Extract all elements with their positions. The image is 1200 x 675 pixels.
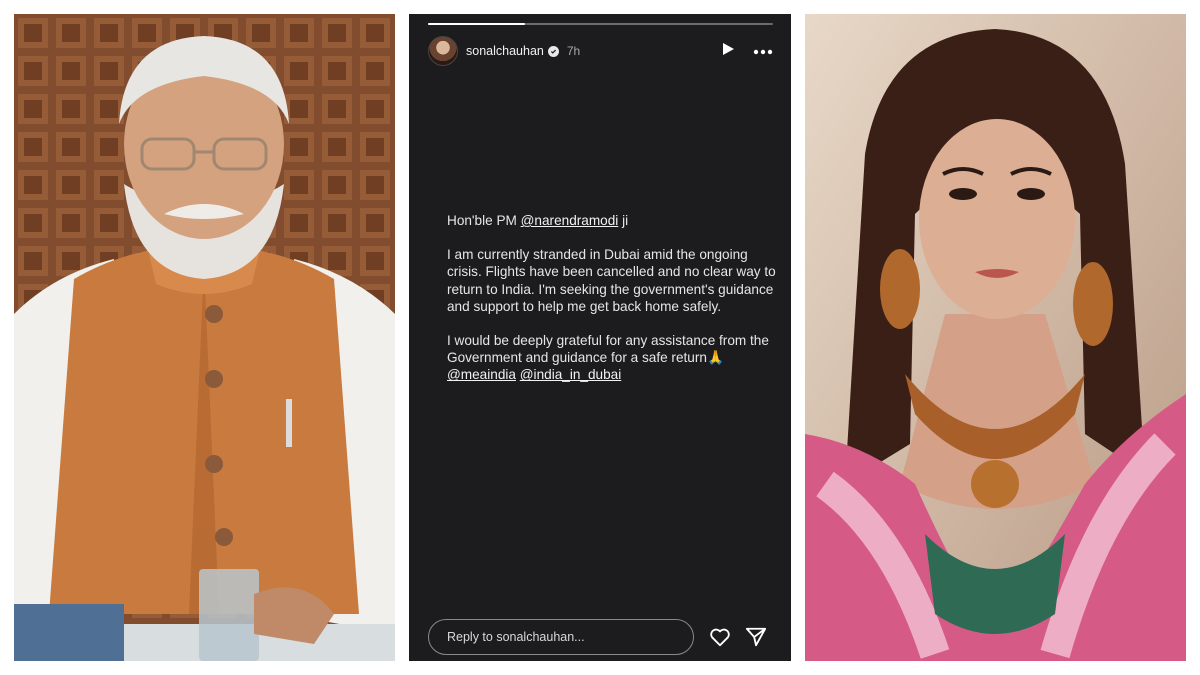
story-timestamp: 7h [566, 44, 581, 58]
reply-placeholder: Reply to sonalchauhan... [447, 630, 585, 644]
story-progress-bar [428, 23, 773, 25]
avatar[interactable] [428, 36, 458, 66]
send-icon[interactable] [745, 626, 767, 648]
story-progress-fill [428, 23, 525, 25]
photo-man-in-vest [14, 14, 395, 661]
salutation-suffix: ji [618, 213, 629, 228]
mention-india-in-dubai[interactable]: @india_in_dubai [520, 367, 621, 382]
message-paragraph-2-block: I would be deeply grateful for any assis… [447, 332, 777, 384]
more-options-icon[interactable] [753, 42, 773, 60]
heart-icon[interactable] [709, 626, 731, 648]
story-viewer: sonalchauhan 7h Hon'ble PM @narendramodi… [409, 14, 791, 661]
salutation-prefix: Hon'ble PM [447, 213, 521, 228]
mention-meaindia[interactable]: @meaindia [447, 367, 516, 382]
salutation-line: Hon'ble PM @narendramodi ji [447, 212, 777, 229]
right-photo [805, 14, 1186, 661]
play-icon[interactable] [721, 42, 735, 61]
message-paragraph-2: I would be deeply grateful for any assis… [447, 333, 769, 366]
verified-badge-icon [547, 45, 559, 57]
story-message: Hon'ble PM @narendramodi ji I am current… [447, 212, 777, 384]
left-photo [14, 14, 395, 661]
mention-narendramodi[interactable]: @narendramodi [521, 213, 619, 228]
photo-woman-with-jewellery [805, 14, 1186, 661]
story-header-actions [721, 42, 773, 61]
story-username[interactable]: sonalchauhan [466, 44, 544, 58]
reply-input[interactable]: Reply to sonalchauhan... [428, 619, 694, 655]
message-paragraph-1: I am currently stranded in Dubai amid th… [447, 247, 776, 314]
story-header: sonalchauhan 7h [428, 36, 773, 66]
